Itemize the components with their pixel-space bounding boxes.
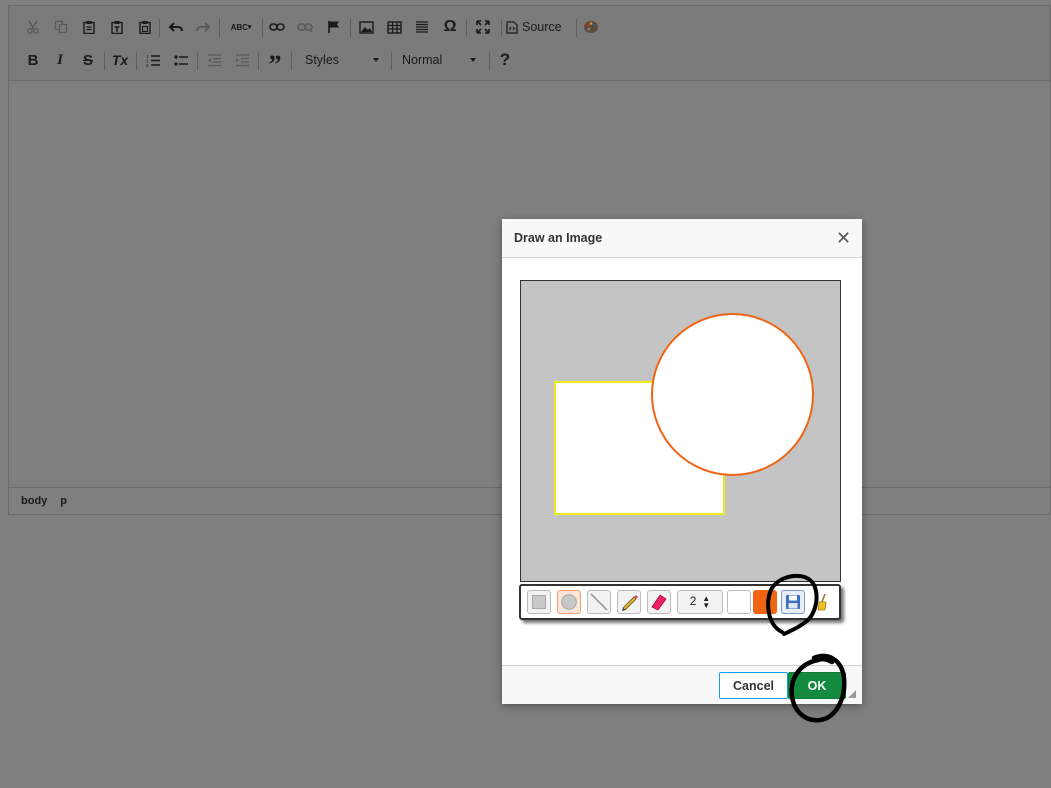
undo-icon[interactable] [164,15,188,39]
clear-canvas-button[interactable] [811,590,835,614]
toolbar-separator [350,19,351,37]
unlink-icon[interactable] [293,15,317,39]
palette-icon[interactable] [579,15,603,39]
horizontal-rule-icon[interactable] [410,15,434,39]
copy-icon[interactable] [49,15,73,39]
save-drawing-button[interactable] [781,590,805,614]
save-floppy-icon [786,595,800,609]
circle-shape[interactable] [651,313,814,476]
toolbar-separator [391,52,392,70]
drawing-toolbar: 2 ▲ ▼ [519,584,841,620]
dialog-title: Draw an Image [514,231,603,245]
line-width-value: 2 [689,596,697,608]
pencil-tool-button[interactable] [617,590,641,614]
indent-icon[interactable] [230,48,254,72]
pencil-icon [622,595,638,611]
spellcheck-icon[interactable]: ABC ▾ [226,15,256,39]
spellcheck-label: ABC [230,22,248,32]
styles-combo[interactable]: Styles [305,49,385,71]
image-icon[interactable] [354,15,378,39]
chevron-down-icon [470,58,476,62]
blockquote-button[interactable]: ” [263,48,287,78]
anchor-flag-icon[interactable] [322,15,346,39]
dialog-footer: Cancel OK [502,665,862,704]
draw-image-dialog: Draw an Image ✕ 2 ▲ ▼ Cancel OK [502,219,862,704]
toolbar-separator [219,19,220,37]
cancel-button[interactable]: Cancel [719,672,788,699]
toolbar-separator [159,19,160,37]
svg-text:3: 3 [146,63,149,67]
redo-icon[interactable] [191,15,215,39]
toolbar-separator [262,19,263,37]
numbered-list-icon[interactable]: 123 [141,48,165,72]
paste-text-icon[interactable] [105,15,129,39]
source-label: Source [522,20,562,34]
bold-button[interactable]: B [21,48,45,72]
broom-icon [817,593,827,611]
maximize-icon[interactable] [471,15,495,39]
drawing-canvas[interactable] [520,280,841,582]
paste-word-icon[interactable] [133,15,157,39]
paste-icon[interactable] [77,15,101,39]
rectangle-tool-button[interactable] [527,590,551,614]
toolbar-separator [104,52,105,70]
outdent-icon[interactable] [202,48,226,72]
styles-combo-label: Styles [305,53,340,67]
toolbar-separator [291,52,292,70]
path-item-p[interactable]: p [60,495,67,507]
stroke-color-swatch[interactable] [753,590,777,614]
source-button[interactable]: Source [506,15,572,39]
remove-format-label: Tx [111,52,129,68]
remove-format-button[interactable]: Tx [108,48,132,72]
link-icon[interactable] [265,15,289,39]
toolbar-separator [197,52,198,70]
circle-tool-button[interactable] [557,590,581,614]
resize-grip-icon[interactable] [848,690,856,698]
stepper-arrows-icon[interactable]: ▲ ▼ [702,595,710,610]
italic-button[interactable]: I [48,48,72,72]
strikethrough-button[interactable]: S [76,48,100,72]
source-icon [506,20,518,34]
cut-icon[interactable] [21,15,45,39]
format-combo[interactable]: Normal [402,49,482,71]
path-item-body[interactable]: body [21,495,47,507]
format-combo-label: Normal [402,53,443,67]
help-button[interactable]: ? [493,48,517,72]
line-width-stepper[interactable]: 2 ▲ ▼ [677,590,723,614]
rectangle-tool-icon [532,595,546,609]
editor-toolbar: ABC ▾ Ω Source B I S Tx 1 2 3 ” Styles N… [9,6,1050,81]
toolbar-separator [576,19,577,37]
circle-tool-icon [561,594,577,610]
special-char-icon[interactable]: Ω [438,15,462,39]
toolbar-separator [258,52,259,70]
line-tool-button[interactable] [587,590,611,614]
toolbar-separator [466,19,467,37]
toolbar-separator [489,52,490,70]
eraser-icon [651,594,667,611]
eraser-tool-button[interactable] [647,590,671,614]
table-icon[interactable] [382,15,406,39]
toolbar-separator [136,52,137,70]
fill-color-swatch[interactable] [727,590,751,614]
toolbar-separator [501,19,502,37]
dialog-header[interactable]: Draw an Image ✕ [502,219,862,258]
close-icon[interactable]: ✕ [836,229,851,247]
ok-button[interactable]: OK [788,672,846,699]
bulleted-list-icon[interactable] [169,48,193,72]
chevron-down-icon [373,58,379,62]
line-tool-icon [590,593,608,611]
